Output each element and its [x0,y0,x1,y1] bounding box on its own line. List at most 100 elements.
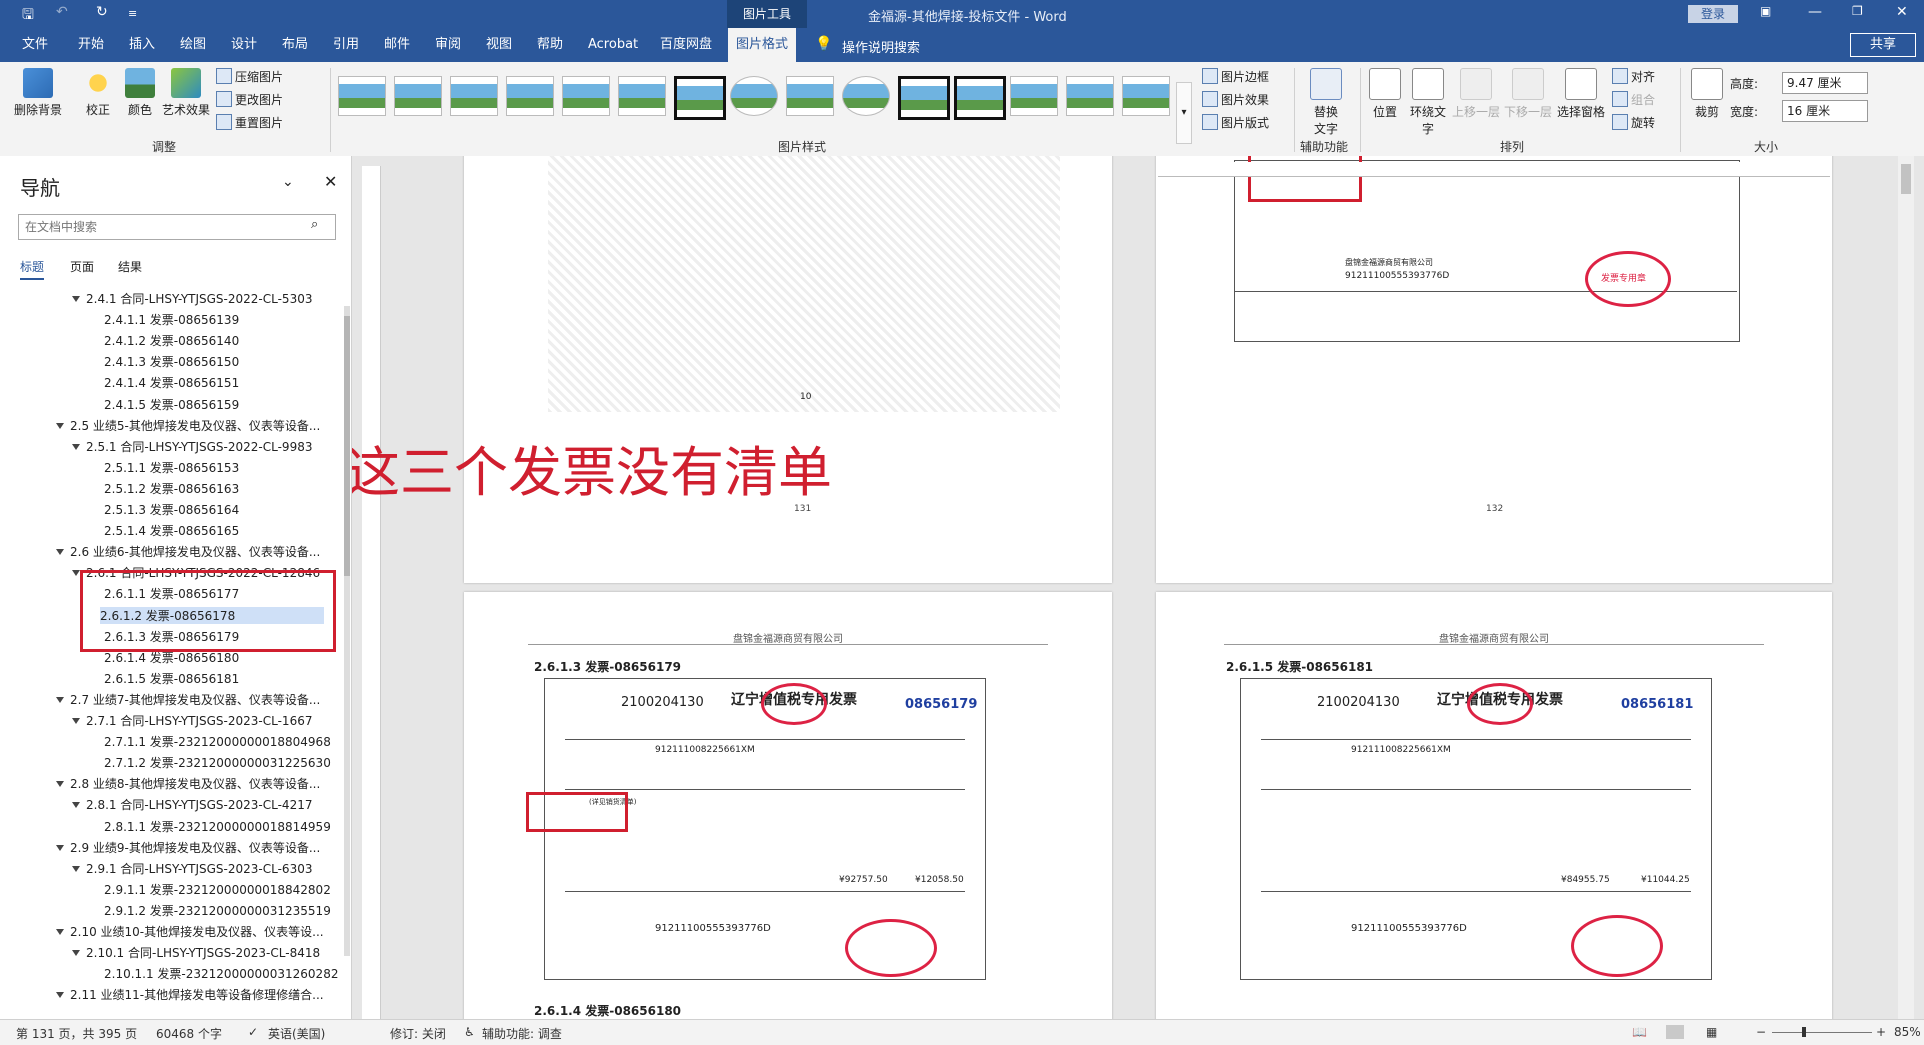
nav-tab-headings[interactable]: 标题 [20,258,45,280]
tab-references[interactable]: 引用 [325,28,367,62]
expand-arrow-icon[interactable] [72,802,80,809]
picture-style-option[interactable] [786,76,834,116]
corrections-button[interactable]: 校正 [80,68,116,118]
picture-border-button[interactable]: 图片边框 [1202,68,1269,85]
expand-arrow-icon[interactable] [56,844,64,851]
remove-background-button[interactable]: 删除背景 [12,68,64,118]
nav-heading-item[interactable]: 2.7.1.1 发票-23212000000018804968 [104,733,331,750]
close-icon[interactable]: ✕ [1896,4,1908,20]
reset-picture-button[interactable]: 重置图片 [216,114,283,131]
nav-heading-item[interactable]: 2.9.1 合同-LHSY-YTJSGS-2023-CL-6303 [72,860,312,877]
tab-mailings[interactable]: 邮件 [376,28,418,62]
nav-scrollbar[interactable] [344,306,350,956]
nav-heading-item[interactable]: 2.4.1.3 发票-08656150 [104,353,239,370]
nav-heading-item[interactable]: 2.9.1.2 发票-23212000000031235519 [104,902,331,919]
tab-baidu[interactable]: 百度网盘 [652,28,720,62]
expand-arrow-icon[interactable] [72,296,80,302]
height-input[interactable]: 9.47 厘米 [1782,72,1868,94]
expand-arrow-icon[interactable] [56,422,64,429]
expand-arrow-icon[interactable] [56,696,64,703]
picture-style-option[interactable] [674,76,726,120]
nav-heading-item[interactable]: 2.4.1.4 发票-08656151 [104,374,239,391]
expand-arrow-icon[interactable] [56,992,64,999]
nav-heading-item[interactable]: 2.9.1.1 发票-23212000000018842802 [104,881,331,898]
tab-acrobat[interactable]: Acrobat [580,28,646,62]
minimize-icon[interactable]: — [1808,4,1822,20]
picture-effects-button[interactable]: 图片效果 [1202,91,1269,108]
chevron-down-icon[interactable]: ⌄ [282,174,294,190]
spell-check-icon[interactable]: ✓ [248,1025,258,1039]
tell-me-search[interactable]: 操作说明搜索 [842,37,920,56]
nav-heading-item[interactable]: 2.10.1.1 发票-23212000000031260282 [104,965,338,982]
picture-style-option[interactable] [506,76,554,116]
artistic-effects-button[interactable]: 艺术效果 [160,68,212,118]
compress-pictures-button[interactable]: 压缩图片 [216,68,283,85]
nav-heading-item[interactable]: 2.5.1 合同-LHSY-YTJSGS-2022-CL-9983 [72,438,312,455]
nav-heading-item[interactable]: 2.4.1.5 发票-08656159 [104,396,239,413]
zoom-in-icon[interactable]: + [1876,1025,1886,1039]
nav-heading-item[interactable]: 2.9 业绩9-其他焊接发电及仪器、仪表等设备... [56,839,320,856]
zoom-slider[interactable] [1772,1032,1872,1033]
picture-layout-button[interactable]: 图片版式 [1202,114,1269,131]
scroll-thumb[interactable] [1901,164,1911,194]
nav-heading-item[interactable]: 2.7.1 合同-LHSY-YTJSGS-2023-CL-1667 [72,712,312,729]
language[interactable]: 英语(美国) [268,1025,325,1042]
nav-heading-item[interactable]: 2.7.1.2 发票-23212000000031225630 [104,754,331,771]
align-button[interactable]: 对齐 [1612,68,1655,85]
undo-icon[interactable]: ↶ [56,4,68,20]
redo-icon[interactable]: ↻ [96,4,108,20]
nav-heading-item[interactable]: 2.5.1.3 发票-08656164 [104,501,239,518]
expand-arrow-icon[interactable] [72,718,80,724]
crop-button[interactable]: 裁剪 [1690,68,1724,120]
picture-style-option[interactable] [450,76,498,116]
search-icon[interactable]: ⌕ [311,217,318,232]
print-layout-icon[interactable] [1666,1025,1684,1039]
nav-search-input[interactable] [23,216,297,238]
tab-review[interactable]: 审阅 [427,28,469,62]
nav-heading-item[interactable]: 2.5 业绩5-其他焊接发电及仪器、仪表等设备... [56,417,320,434]
zoom-out-icon[interactable]: − [1756,1025,1766,1039]
track-changes[interactable]: 修订: 关闭 [390,1025,446,1042]
nav-heading-item[interactable]: 2.8.1 合同-LHSY-YTJSGS-2023-CL-4217 [72,796,312,813]
expand-arrow-icon[interactable] [56,929,64,935]
nav-heading-item[interactable]: 2.6.1.5 发票-08656181 [104,670,239,687]
tab-picture-format[interactable]: 图片格式 [728,28,797,62]
share-button[interactable]: 共享 [1850,33,1916,57]
picture-style-option[interactable] [842,76,890,116]
ribbon-display-icon[interactable]: ▣ [1760,4,1771,18]
send-backward-button[interactable]: 下移一层 [1504,68,1552,120]
nav-heading-item[interactable]: 2.8 业绩8-其他焊接发电及仪器、仪表等设备... [56,775,320,792]
change-picture-button[interactable]: 更改图片 [216,91,283,108]
customize-qat-icon[interactable]: ≡ [128,7,137,20]
picture-style-option[interactable] [1066,76,1114,116]
expand-arrow-icon[interactable] [72,865,80,872]
picture-style-option[interactable] [954,76,1006,120]
word-count[interactable]: 60468 个字 [156,1025,222,1042]
nav-heading-item[interactable]: 2.4.1 合同-LHSY-YTJSGS-2022-CL-5303 [72,290,312,307]
tab-home[interactable]: 开始 [70,28,112,62]
expand-arrow-icon[interactable] [56,549,64,556]
group-objects-button[interactable]: 组合 [1612,91,1655,108]
expand-arrow-icon[interactable] [72,443,80,450]
picture-style-option[interactable] [898,76,950,120]
tab-file[interactable]: 文件 [14,28,56,62]
tab-draw[interactable]: 绘图 [172,28,214,62]
width-input[interactable]: 16 厘米 [1782,100,1868,122]
nav-heading-item[interactable]: 2.10.1 合同-LHSY-YTJSGS-2023-CL-8418 [72,944,320,961]
nav-search-box[interactable]: ⌕ [18,214,336,240]
tab-view[interactable]: 视图 [478,28,520,62]
nav-heading-item[interactable]: 2.8.1.1 发票-23212000000018814959 [104,818,331,835]
position-button[interactable]: 位置 [1368,68,1402,120]
picture-style-option[interactable] [394,76,442,116]
expand-arrow-icon[interactable] [72,570,80,577]
nav-heading-item[interactable]: 2.4.1.2 发票-08656140 [104,332,239,349]
picture-style-option[interactable] [1010,76,1058,116]
nav-tab-results[interactable]: 结果 [118,258,142,275]
bring-forward-button[interactable]: 上移一层 [1452,68,1500,120]
save-icon[interactable]: 🖫 [22,4,34,28]
picture-style-option[interactable] [338,76,386,116]
maximize-icon[interactable]: ❐ [1852,4,1863,18]
gallery-more-button[interactable]: ▾ [1176,82,1192,144]
tab-help[interactable]: 帮助 [529,28,571,62]
expand-arrow-icon[interactable] [56,781,64,788]
